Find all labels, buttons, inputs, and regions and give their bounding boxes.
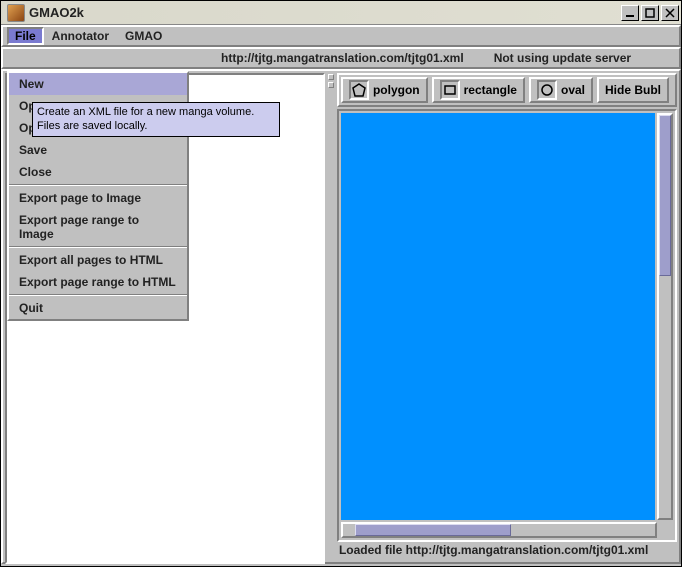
menu-item-export-range-html[interactable]: Export page range to HTML [9,271,187,293]
menu-separator [9,246,187,248]
right-panel: polygon rectangle oval Hide Bubl [335,71,679,562]
window-title: GMAO2k [29,5,621,20]
menu-item-save[interactable]: Save [9,139,187,161]
rectangle-label: rectangle [464,83,517,97]
tooltip: Create an XML file for a new manga volum… [32,102,280,137]
menu-separator [9,294,187,296]
work-area: New Open Open... Save Close Export page … [1,69,681,564]
hscroll-thumb[interactable] [355,524,511,536]
oval-button[interactable]: oval [529,77,593,103]
window-controls [621,5,679,21]
horizontal-scrollbar[interactable] [341,522,657,538]
server-status: Not using update server [494,51,631,65]
menu-file[interactable]: File [7,27,44,45]
chevron-right-icon [328,82,334,88]
menu-item-close[interactable]: Close [9,161,187,183]
canvas[interactable] [341,113,655,520]
close-button[interactable] [661,5,679,21]
status-bar: Loaded file http://tjtg.mangatranslation… [337,542,677,560]
shape-toolbar: polygon rectangle oval Hide Bubl [337,73,677,107]
titlebar: GMAO2k [1,1,681,25]
hide-bubbles-button[interactable]: Hide Bubl [597,77,669,103]
menu-item-export-all-html[interactable]: Export all pages to HTML [9,249,187,271]
scroll-corner [657,522,673,538]
oval-icon [537,80,557,100]
canvas-container [337,109,677,542]
vertical-scrollbar[interactable] [657,113,673,520]
menu-separator [9,184,187,186]
polygon-button[interactable]: polygon [341,77,428,103]
rectangle-icon [440,80,460,100]
tooltip-line2: Files are saved locally. [37,119,275,133]
url-text: http://tjtg.mangatranslation.com/tjtg01.… [221,51,464,65]
app-icon [7,4,25,22]
maximize-button[interactable] [641,5,659,21]
oval-label: oval [561,83,585,97]
polygon-label: polygon [373,83,420,97]
polygon-icon [349,80,369,100]
menubar: File Annotator GMAO [1,25,681,47]
menu-gmao[interactable]: GMAO [117,27,170,45]
rectangle-button[interactable]: rectangle [432,77,525,103]
menu-item-export-page-image[interactable]: Export page to Image [9,187,187,209]
chevron-left-icon [328,74,334,80]
splitter[interactable] [327,71,335,562]
vscroll-thumb[interactable] [659,115,671,276]
minimize-button[interactable] [621,5,639,21]
app-window: GMAO2k File Annotator GMAO http://tjtg.m… [0,0,682,567]
menu-item-quit[interactable]: Quit [9,297,187,319]
url-bar: http://tjtg.mangatranslation.com/tjtg01.… [1,47,681,69]
tooltip-line1: Create an XML file for a new manga volum… [37,105,275,119]
menu-item-export-range-image[interactable]: Export page range to Image [9,209,187,245]
menu-annotator[interactable]: Annotator [44,27,117,45]
menu-item-new[interactable]: New [9,73,187,95]
hide-bubbles-label: Hide Bubl [605,83,661,97]
